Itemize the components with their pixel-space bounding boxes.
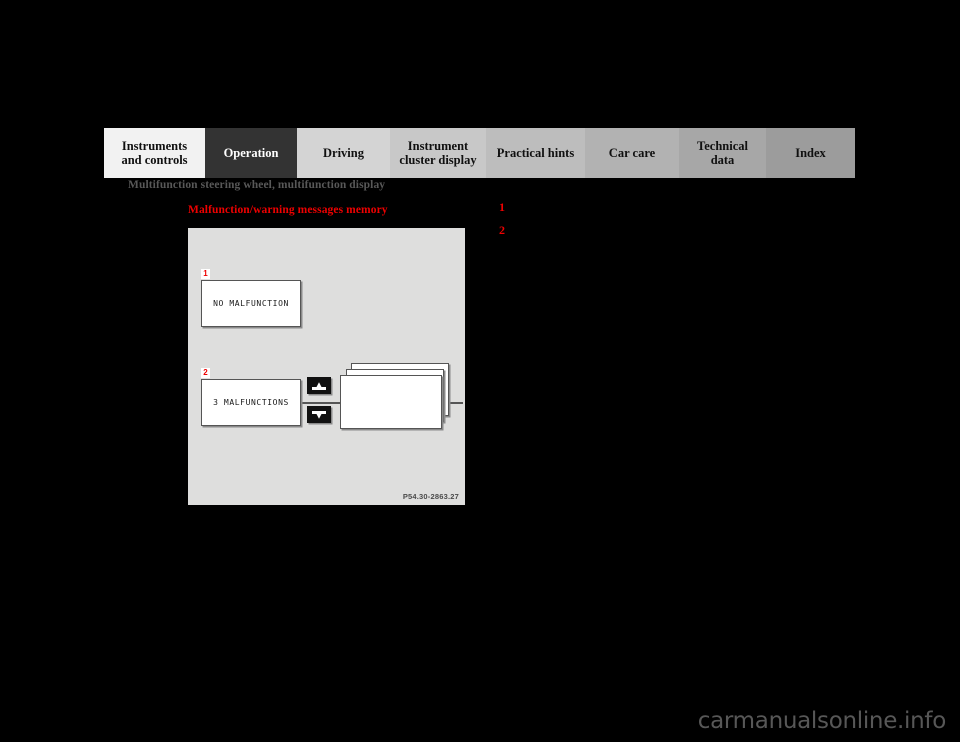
tab-label-line1: Technical xyxy=(697,139,748,153)
tab-instrument-cluster-display[interactable]: Instrument cluster display xyxy=(390,128,486,178)
site-watermark: carmanualsonline.info xyxy=(697,708,947,734)
tab-practical-hints[interactable]: Practical hints xyxy=(486,128,585,178)
tab-driving[interactable]: Driving xyxy=(297,128,390,178)
tab-label-line1: Instruments xyxy=(121,139,188,153)
display-text: 3 MALFUNCTIONS xyxy=(213,398,289,407)
tab-label-line2: data xyxy=(710,153,735,167)
page-title: Multifunction steering wheel, multifunct… xyxy=(128,179,386,191)
legend-list: 1 2 xyxy=(499,200,829,246)
legend-number: 2 xyxy=(499,223,505,237)
tab-label-line1: Practical hints xyxy=(496,146,575,160)
display-3-malfunctions: 3 MALFUNCTIONS xyxy=(201,379,301,426)
tab-technical-data[interactable]: Technical data xyxy=(679,128,766,178)
figure-caption: P54.30-2863.27 xyxy=(402,492,459,501)
tab-car-care[interactable]: Car care xyxy=(585,128,679,178)
message-page-1 xyxy=(340,375,442,429)
page-canvas: Instruments and controls Operation Drivi… xyxy=(0,0,960,742)
tab-label-line1: Driving xyxy=(323,146,364,160)
tab-label-line1: Index xyxy=(795,146,826,160)
display-no-malfunction: NO MALFUNCTION xyxy=(201,280,301,327)
tab-instruments-and-controls[interactable]: Instruments and controls xyxy=(104,128,205,178)
tab-operation[interactable]: Operation xyxy=(205,128,297,178)
sub-heading: Malfunction/warning messages memory xyxy=(188,204,388,216)
scroll-down-arrow-icon[interactable] xyxy=(307,406,331,423)
callout-badge-2: 2 xyxy=(201,368,210,378)
figure-illustration: 1 NO MALFUNCTION 2 3 MALFUNCTIONS P54.30… xyxy=(188,228,465,505)
tab-index[interactable]: Index xyxy=(766,128,855,178)
tab-label-line2: and controls xyxy=(121,153,188,167)
list-item: 1 xyxy=(499,200,829,215)
scroll-up-arrow-icon[interactable] xyxy=(307,377,331,394)
tab-label-line1: Instrument xyxy=(407,139,469,153)
tab-label-line1: Operation xyxy=(223,146,279,160)
display-text: NO MALFUNCTION xyxy=(213,299,289,308)
legend-number: 1 xyxy=(499,200,505,214)
callout-badge-1: 1 xyxy=(201,269,210,279)
tab-label-line1: Car care xyxy=(608,146,656,160)
tab-label-line2: cluster display xyxy=(399,153,477,167)
list-item: 2 xyxy=(499,223,829,238)
section-tab-bar: Instruments and controls Operation Drivi… xyxy=(104,128,855,178)
